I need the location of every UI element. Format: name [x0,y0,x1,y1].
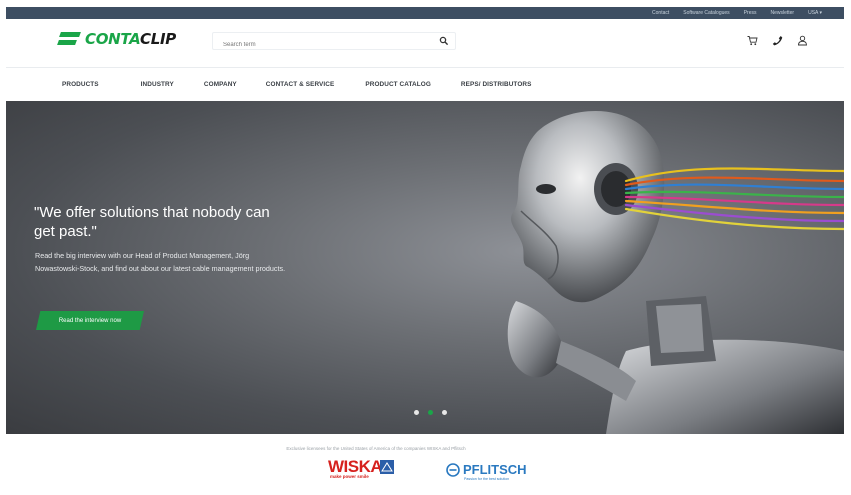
top-links: Contact Software Catalogues Press Newsle… [652,7,822,19]
top-utility-bar: Contact Software Catalogues Press Newsle… [6,7,844,19]
region-selector[interactable]: USA ▾ [808,10,822,16]
main-navigation: PRODUCTS INDUSTRY COMPANY CONTACT & SERV… [6,67,844,101]
top-link-software-catalogues[interactable]: Software Catalogues [683,10,729,16]
carousel-dot-3[interactable] [442,410,447,415]
phone-icon[interactable] [772,35,783,46]
nav-reps-distributors[interactable]: REPS/ DISTRIBUTORS [461,81,532,88]
top-link-newsletter[interactable]: Newsletter [770,10,794,16]
search-box [212,32,456,53]
wiska-wordmark: WISKA [328,457,383,476]
hero-title: "We offer solutions that nobody can get … [34,204,270,240]
carousel-dot-1[interactable] [414,410,419,415]
carousel-dot-2[interactable] [428,410,433,415]
pflitsch-wordmark: PFLITSCH [463,462,527,477]
nav-contact-service[interactable]: CONTACT & SERVICE [266,81,335,88]
user-icon[interactable] [797,35,808,46]
hero-description: Read the big interview with our Head of … [35,251,286,273]
partners-section: Exclusive licensees for the United State… [6,434,844,492]
search-input[interactable] [213,37,423,53]
wiska-logo[interactable]: WISKA make power smile [328,457,394,479]
hero-banner: "We offer solutions that nobody can get … [6,101,844,434]
top-link-press[interactable]: Press [744,10,757,16]
logo-word-conta: CONTA [85,30,141,48]
search-icon[interactable] [439,36,449,46]
nav-industry[interactable]: INDUSTRY [141,81,174,88]
nav-products[interactable]: PRODUCTS [62,81,99,88]
partners-text: Exclusive licensees for the United State… [286,446,466,451]
cart-icon[interactable] [747,35,758,46]
pflitsch-logo[interactable]: PFLITSCH Passion for the best solution [446,462,527,481]
logo-wordmark: CONTACLIP [85,30,176,48]
read-interview-button[interactable]: Read the interview now [36,311,144,330]
robot-head-image [507,111,844,434]
contaclip-logo[interactable]: CONTACLIP [57,30,176,48]
wiska-emblem-icon [380,460,394,474]
carousel-dots [414,410,447,415]
nav-company[interactable]: COMPANY [204,81,237,88]
header-icons [747,35,808,46]
pflitsch-tagline: Passion for the best solution [464,477,510,481]
pflitsch-emblem-icon [446,462,460,477]
logo-word-clip: CLIP [140,30,176,48]
logo-mark-icon [57,31,82,48]
top-link-contact[interactable]: Contact [652,10,669,16]
nav-product-catalog[interactable]: PRODUCT CATALOG [365,81,431,88]
site-header: CONTACLIP [6,19,844,67]
